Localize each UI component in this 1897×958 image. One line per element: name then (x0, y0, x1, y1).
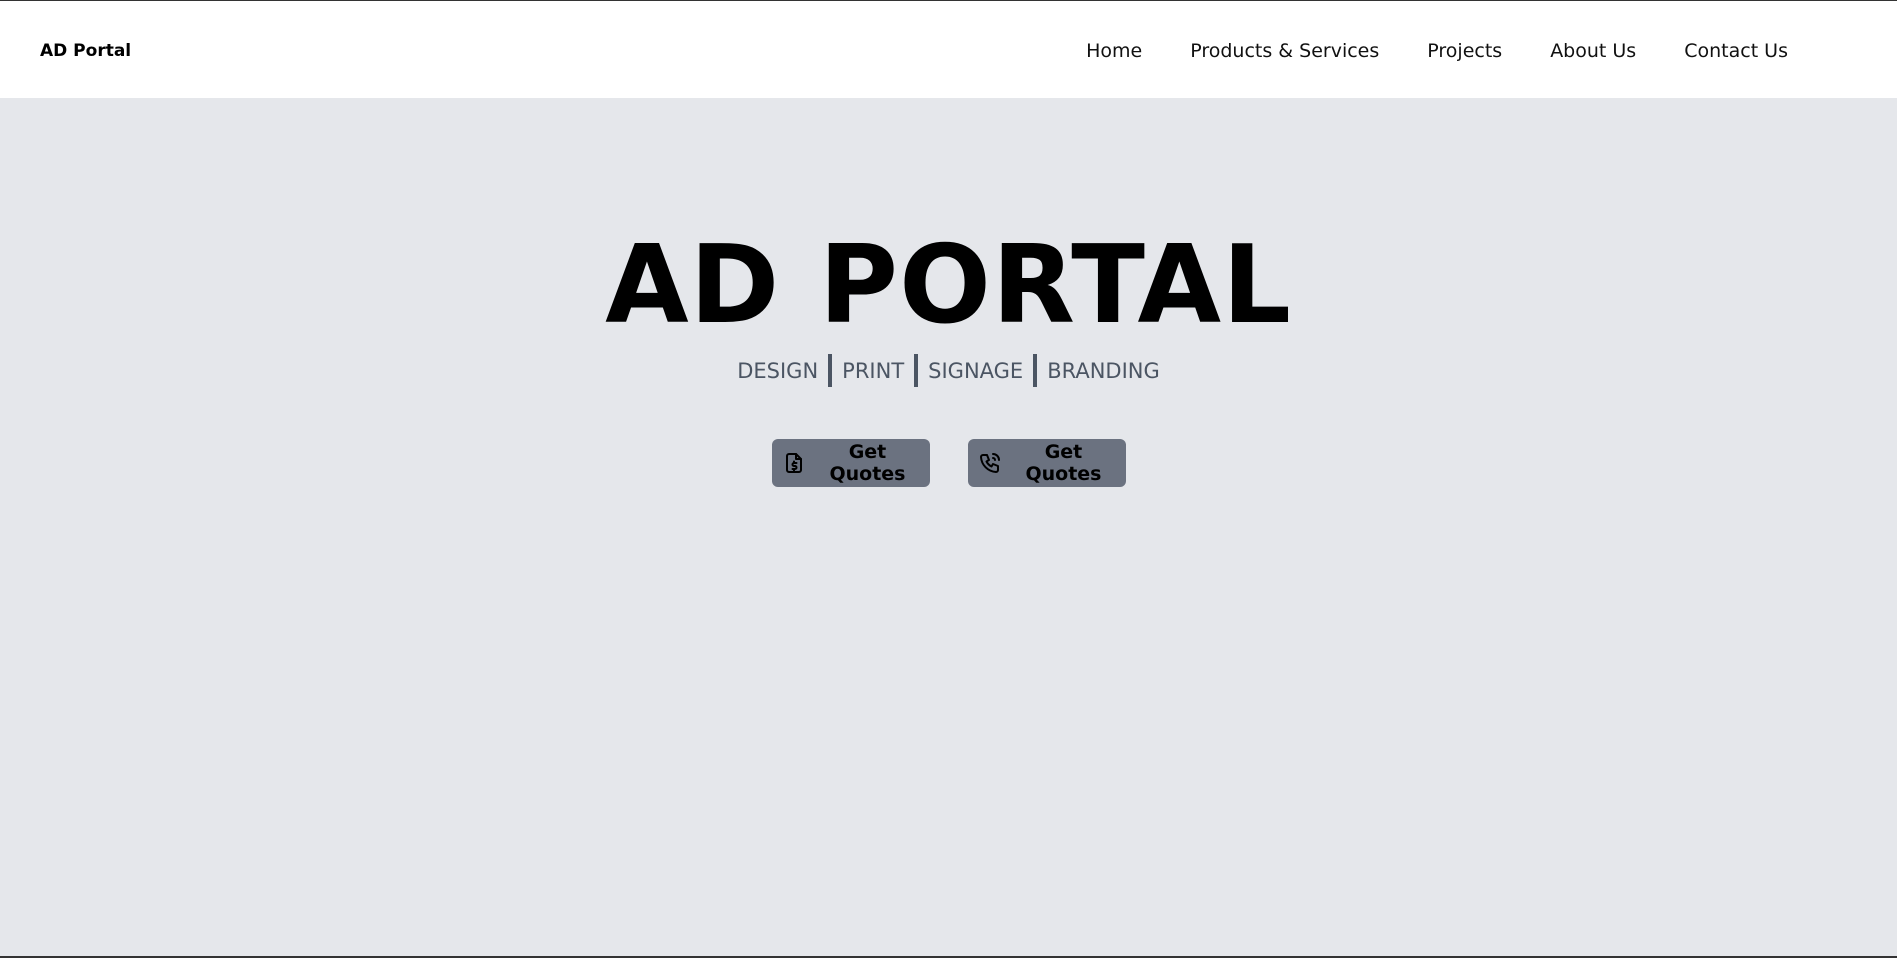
get-quotes-button-label: Get Quotes (829, 441, 906, 485)
hero-buttons: Get Quotes Get Quotes (0, 439, 1897, 487)
get-quotes-button[interactable]: Get Quotes (771, 439, 930, 487)
tagline-item-design: DESIGN (737, 358, 819, 383)
nav-link-home[interactable]: Home (1086, 40, 1142, 62)
tagline-divider (1033, 354, 1038, 387)
tagline-item-signage: SIGNAGE (928, 358, 1024, 383)
navbar: AD Portal Home Products & Services Proje… (0, 1, 1897, 98)
call-get-quotes-button[interactable]: Get Quotes (967, 439, 1126, 487)
tagline-divider (914, 354, 919, 387)
nav-menu: Home Products & Services Projects About … (1086, 1, 1788, 101)
call-get-quotes-button-label: Get Quotes (1025, 441, 1102, 485)
nav-link-about-us[interactable]: About Us (1550, 40, 1636, 62)
tagline-item-print: PRINT (842, 358, 905, 383)
hero-title: AD PORTAL (605, 223, 1292, 348)
hero-tagline: DESIGN PRINT SIGNAGE BRANDING (0, 354, 1897, 387)
nav-link-contact-us[interactable]: Contact Us (1684, 40, 1788, 62)
brand-logo-text[interactable]: AD Portal (40, 1, 131, 101)
invoice-dollar-icon (782, 450, 806, 476)
nav-link-projects[interactable]: Projects (1427, 40, 1502, 62)
tagline-divider (828, 354, 833, 387)
phone-call-icon (978, 450, 1002, 476)
nav-link-products-services[interactable]: Products & Services (1190, 40, 1379, 62)
tagline-item-branding: BRANDING (1047, 358, 1160, 383)
